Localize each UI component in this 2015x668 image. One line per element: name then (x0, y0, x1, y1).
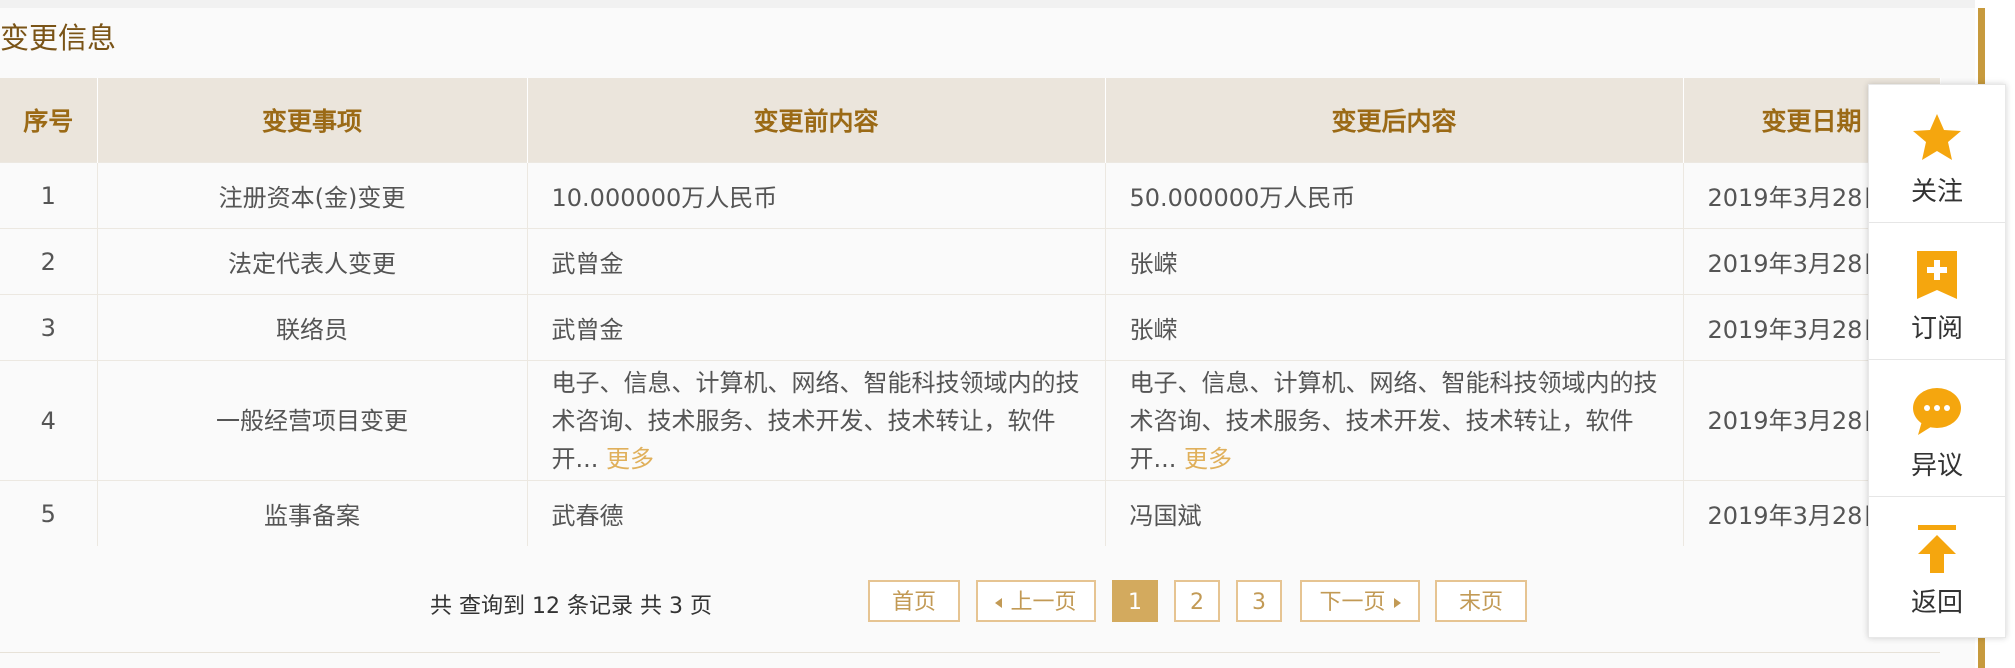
table-row: 2 法定代表人变更 武曾金 张嵘 2019年3月28日 (0, 228, 1941, 295)
cell-change-item: 联络员 (97, 294, 528, 361)
cell-after-content: 张嵘 (1105, 228, 1684, 295)
first-page-button[interactable]: 首页 (868, 580, 960, 622)
cell-before-content: 武曾金 (527, 228, 1106, 295)
table-row: 5 监事备案 武春德 冯国斌 2019年3月28日 (0, 480, 1941, 546)
cell-index: 1 (0, 162, 98, 229)
cell-before-content: 武春德 (527, 480, 1106, 546)
chat-bubble-icon (1913, 388, 1961, 435)
cell-change-item: 法定代表人变更 (97, 228, 528, 295)
cell-before-content: 10.000000万人民币 (527, 162, 1106, 229)
table-row: 4 一般经营项目变更 电子、信息、计算机、网络、智能科技领域内的技术咨询、技术服… (0, 360, 1941, 481)
floating-action-bar: 关注 订阅 异议 返回 (1868, 84, 2006, 638)
page-button-2[interactable]: 2 (1174, 580, 1220, 622)
table-row: 1 注册资本(金)变更 10.000000万人民币 50.000000万人民币 … (0, 162, 1941, 229)
cell-change-item: 注册资本(金)变更 (97, 162, 528, 229)
cell-change-item: 一般经营项目变更 (97, 360, 528, 481)
subscribe-bookmark-icon (1917, 251, 1957, 299)
header-index: 序号 (0, 78, 98, 163)
cell-after-content: 冯国斌 (1105, 480, 1684, 546)
table-row: 3 联络员 武曾金 张嵘 2019年3月28日 (0, 294, 1941, 361)
star-icon (1913, 114, 1961, 160)
back-to-top-label: 返回 (1910, 588, 1963, 618)
objection-label: 异议 (1910, 451, 1963, 481)
after-more-link[interactable]: 更多 (1184, 445, 1232, 473)
header-after-content: 变更后内容 (1105, 78, 1684, 163)
prev-page-label: 上一页 (1010, 590, 1077, 615)
cell-after-content: 50.000000万人民币 (1105, 162, 1684, 229)
triangle-left-icon (995, 598, 1003, 608)
cell-change-item: 监事备案 (97, 480, 528, 546)
objection-button[interactable]: 异议 (1869, 359, 2005, 497)
page-button-1[interactable]: 1 (1112, 580, 1158, 622)
back-to-top-icon (1918, 525, 1956, 573)
cell-index: 2 (0, 228, 98, 295)
panel-bottom-divider (0, 652, 1940, 653)
prev-page-button[interactable]: 上一页 (976, 580, 1096, 622)
header-before-content: 变更前内容 (527, 78, 1106, 163)
change-table: 序号 变更事项 变更前内容 变更后内容 变更日期 1 注册资本(金)变更 10.… (0, 78, 1941, 546)
table-header-row: 序号 变更事项 变更前内容 变更后内容 变更日期 (0, 78, 1941, 163)
cell-index: 3 (0, 294, 98, 361)
cell-before-content: 电子、信息、计算机、网络、智能科技领域内的技术咨询、技术服务、技术开发、技术转让… (527, 360, 1106, 481)
before-more-link[interactable]: 更多 (606, 445, 654, 473)
back-to-top-button[interactable]: 返回 (1869, 496, 2005, 633)
cell-after-content: 张嵘 (1105, 294, 1684, 361)
page-button-3[interactable]: 3 (1236, 580, 1282, 622)
triangle-right-icon (1393, 598, 1401, 608)
header-change-item: 变更事项 (97, 78, 528, 163)
follow-button[interactable]: 关注 (1869, 85, 2005, 223)
cell-after-content: 电子、信息、计算机、网络、智能科技领域内的技术咨询、技术服务、技术开发、技术转让… (1105, 360, 1684, 481)
cell-index: 4 (0, 360, 98, 481)
cell-before-content: 武曾金 (527, 294, 1106, 361)
subscribe-button[interactable]: 订阅 (1869, 222, 2005, 360)
subscribe-label: 订阅 (1910, 314, 1963, 344)
pagination-summary: 共 查询到 12 条记录 共 3 页 (430, 594, 712, 619)
next-page-label: 下一页 (1319, 590, 1386, 615)
next-page-button[interactable]: 下一页 (1300, 580, 1420, 622)
cell-index: 5 (0, 480, 98, 546)
section-title: 变更信息 (0, 21, 117, 55)
follow-label: 关注 (1910, 177, 1963, 207)
last-page-button[interactable]: 末页 (1435, 580, 1527, 622)
